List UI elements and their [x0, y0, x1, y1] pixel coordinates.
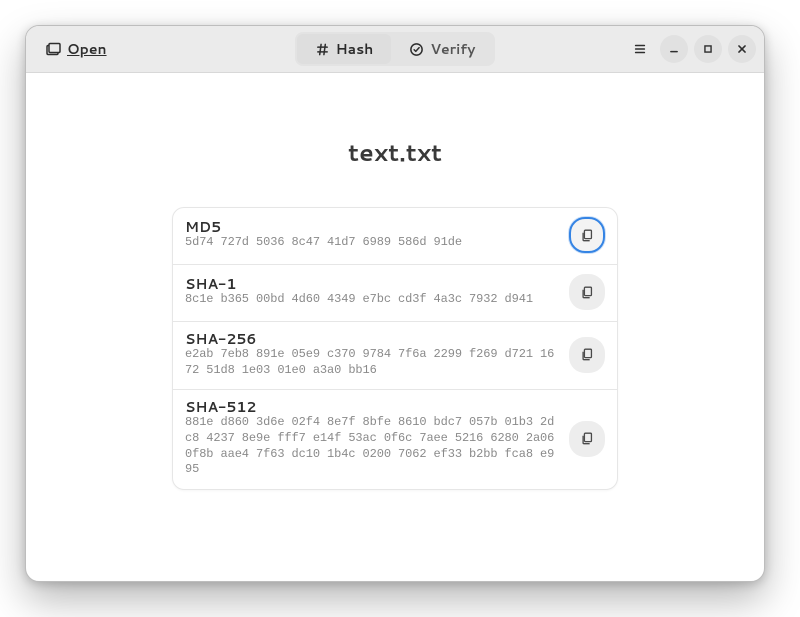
open-folder-icon — [45, 41, 61, 57]
hamburger-icon — [633, 42, 647, 56]
header-right — [626, 35, 756, 63]
copy-icon — [580, 285, 595, 300]
hash-row: SHA-512881e d860 3d6e 02f4 8e7f 8bfe 861… — [173, 389, 617, 488]
app-window: Open Hash — [25, 25, 765, 582]
copy-hash-button[interactable] — [569, 337, 605, 373]
tab-verify[interactable]: Verify — [391, 34, 493, 64]
hash-row: SHA-18c1e b365 00bd 4d60 4349 e7bc cd3f … — [173, 264, 617, 321]
copy-icon — [580, 431, 595, 446]
tab-hash[interactable]: Hash — [297, 34, 392, 64]
hash-icon — [315, 42, 330, 57]
hash-digest-value: e2ab 7eb8 891e 05e9 c370 9784 7f6a 2299 … — [185, 347, 559, 378]
copy-icon — [580, 228, 595, 243]
hash-algorithm-label: MD5 — [185, 219, 559, 235]
main-menu-button[interactable] — [626, 35, 654, 63]
hash-row: MD55d74 727d 5036 8c47 41d7 6989 586d 91… — [173, 208, 617, 264]
hash-list: MD55d74 727d 5036 8c47 41d7 6989 586d 91… — [172, 207, 618, 490]
open-file-button[interactable]: Open — [34, 32, 118, 66]
hash-digest-value: 5d74 727d 5036 8c47 41d7 6989 586d 91de — [185, 235, 559, 251]
verify-icon — [409, 42, 424, 57]
hash-algorithm-label: SHA-512 — [185, 399, 559, 415]
header-left: Open — [34, 32, 118, 66]
maximize-button[interactable] — [694, 35, 722, 63]
copy-hash-button[interactable] — [569, 274, 605, 310]
copy-icon — [580, 347, 595, 362]
minimize-icon — [667, 42, 681, 56]
copy-hash-button[interactable] — [569, 217, 605, 253]
maximize-icon — [701, 42, 715, 56]
tab-verify-label: Verify — [430, 39, 475, 59]
hash-row: SHA-256e2ab 7eb8 891e 05e9 c370 9784 7f6… — [173, 321, 617, 389]
content-area: text.txt MD55d74 727d 5036 8c47 41d7 698… — [26, 73, 764, 581]
hash-digest-value: 8c1e b365 00bd 4d60 4349 e7bc cd3f 4a3c … — [185, 292, 559, 308]
close-button[interactable] — [728, 35, 756, 63]
hash-algorithm-label: SHA-1 — [185, 276, 559, 292]
filename-title: text.txt — [348, 135, 442, 169]
header-bar: Open Hash — [26, 26, 764, 73]
close-icon — [735, 42, 749, 56]
minimize-button[interactable] — [660, 35, 688, 63]
copy-hash-button[interactable] — [569, 421, 605, 457]
hash-algorithm-label: SHA-256 — [185, 331, 559, 347]
hash-digest-value: 881e d860 3d6e 02f4 8e7f 8bfe 8610 bdc7 … — [185, 415, 559, 477]
tab-hash-label: Hash — [336, 39, 374, 59]
open-label: Open — [67, 39, 107, 59]
